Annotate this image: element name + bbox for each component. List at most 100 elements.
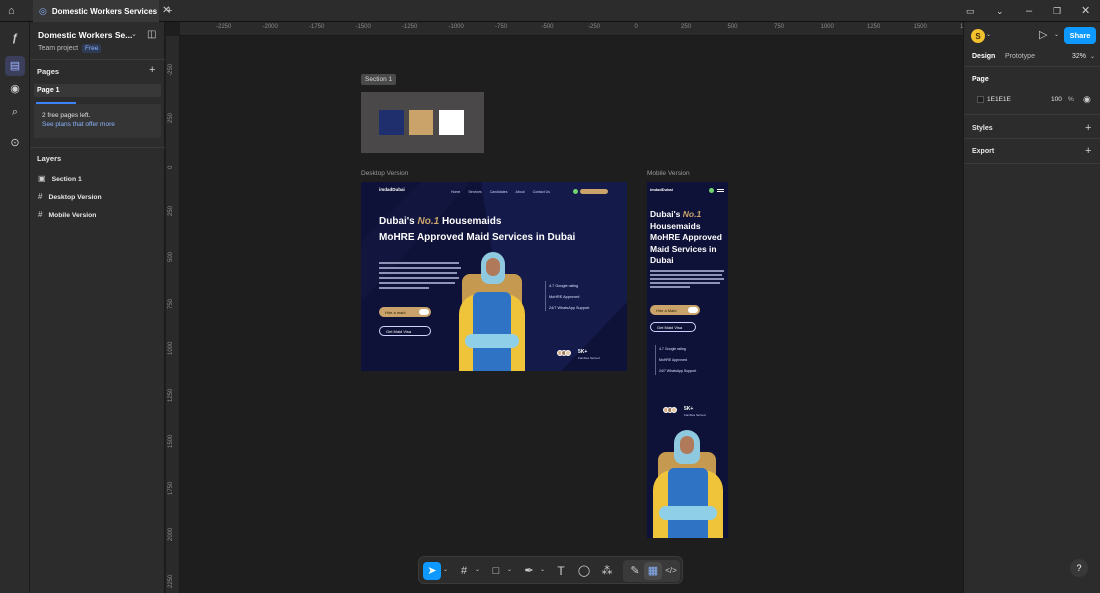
eye-icon[interactable]: ◉ [1083,95,1091,104]
design-mode-button[interactable]: ▦ [644,562,662,580]
desktop-nav: Home Services Candidates About Contact U… [451,190,550,194]
ruler-tick: 2250 [168,574,174,588]
shape-tool-button[interactable]: □ [487,562,505,580]
page-color-value[interactable]: 1E1E1E [987,96,1011,103]
nav-about[interactable]: About [515,190,524,194]
color-swatch-gold[interactable] [409,110,433,135]
desktop-paragraph [379,262,461,289]
restore-button[interactable]: ❐ [1053,0,1065,22]
menu-icon[interactable] [717,189,724,192]
actions-button[interactable]: ⁂ [598,562,616,580]
move-tool-button[interactable]: ➤ [423,562,441,580]
chevron-down-icon[interactable]: ⌄ [507,567,512,573]
mobile-frame[interactable]: imdadDubai Dubai's No.1 Housemaids MoHRE… [647,182,728,538]
add-style-icon[interactable]: + [1085,123,1091,134]
minimize-button[interactable]: – [1026,0,1038,22]
color-swatch-white[interactable] [439,110,464,135]
feature-item-3: 24/7 WhatsApp Support [549,306,590,310]
text-tool-button[interactable]: T [552,562,570,580]
desktop-frame-label[interactable]: Desktop Version [361,170,408,177]
help-button[interactable]: ? [1070,559,1088,577]
pen-tool-button[interactable]: ✒ [520,562,538,580]
tab-bar: ⌂ ◎ Domestic Workers Services ✕ + ▭ ⌄ – … [0,0,1100,22]
layers-heading: Layers [37,154,62,163]
pen-icon: ✒ [524,564,534,577]
get-visa-button-mobile[interactable]: Get Maid Visa [650,322,696,332]
color-swatch-navy[interactable] [379,110,404,135]
get-visa-button[interactable]: Get Maid Visa [379,326,431,336]
window-icon: ▭ [966,5,975,16]
add-page-icon[interactable]: + [149,65,155,76]
canvas[interactable]: -2250 -2000 -1750 -1500 -1250 -1000 -750 -500 -2… [166,22,963,593]
mobile-headline: Dubai's No.1 Housemaids MoHRE Approved M… [650,209,722,265]
rail-plugins-button[interactable]: ⊙ [5,133,25,153]
rail-assets-button[interactable]: ◉ [5,79,25,99]
zoom-level[interactable]: 32% [1072,53,1086,60]
dev-mode-button[interactable]: </> [662,562,680,580]
percent-sign: % [1068,96,1074,103]
page-opacity-value[interactable]: 100 [1051,96,1062,103]
page-color-swatch[interactable] [977,96,984,103]
chevron-down-icon[interactable]: ⌄ [443,567,448,573]
close-window-button[interactable]: ✕ [1081,0,1093,22]
hire-maid-button[interactable]: Hire a maid [379,307,431,317]
tab-file[interactable]: ◎ Domestic Workers Services ✕ [33,0,171,22]
mobile-frame-label[interactable]: Mobile Version [647,170,690,177]
present-icon[interactable]: ▷ [1039,30,1047,41]
hire-maid-button-mobile[interactable]: Hire a Maid [650,305,700,315]
assets-icon: ◉ [10,82,20,95]
chevron-down-icon[interactable]: ⌄ [1090,54,1095,60]
left-panel: Domestic Workers Se... ⌄ ◫ Team project … [30,22,165,593]
new-tab-button[interactable]: + [166,0,178,22]
panel-toggle-button[interactable]: ▭ [966,0,978,22]
chevron-down-icon[interactable]: ⌄ [1054,32,1059,38]
nav-services[interactable]: Services [468,190,481,194]
tab-prototype[interactable]: Prototype [1005,53,1035,60]
section-1[interactable] [361,92,484,153]
rail-pages-button[interactable]: ▤ [5,56,25,76]
chevron-down-icon[interactable]: ⌄ [475,567,480,573]
plan-badge: Free [82,44,102,53]
frame-tool-button[interactable]: # [455,562,473,580]
desktop-headline-line2: MoHRE Approved Maid Services in Dubai [379,232,576,243]
layer-item-section-1[interactable]: ▣ Section 1 [38,174,82,184]
file-name[interactable]: Domestic Workers Se... [38,30,138,40]
nav-home[interactable]: Home [451,190,460,194]
nav-contact[interactable]: Contact Us [533,190,550,194]
maid-image [457,252,527,371]
page-item-label: Page 1 [37,87,60,94]
layer-item-desktop-version[interactable]: # Desktop Version [38,192,102,202]
page-item-1[interactable]: Page 1 [34,84,161,97]
left-rail: ƒ ▤ ◉ ⌕ ⊙ [0,22,30,593]
feature-item-1: 4.7 Google rating [549,284,579,288]
add-export-icon[interactable]: + [1085,146,1091,157]
page-heading: Page [972,76,989,83]
desktop-headline: Dubai's No.1 Housemaids [379,216,502,227]
see-plans-link[interactable]: See plans that offer more [42,121,115,128]
main-menu-button[interactable]: ƒ [5,28,25,48]
home-button[interactable]: ⌂ [8,0,24,22]
comment-tool-button[interactable]: ◯ [575,562,593,580]
desktop-frame[interactable]: imdadDubai Home Services Candidates Abou… [361,182,627,371]
ruler-left: -250 250 0 250 500 750 1000 1250 1500 1750 2000 225… [166,36,180,593]
nav-candidates[interactable]: Candidates [490,190,508,194]
notice-text: 2 free pages left. [42,112,91,119]
chevron-down-button[interactable]: ⌄ [996,0,1008,22]
stat-label: Families Served [684,413,706,417]
section-label[interactable]: Section 1 [361,74,397,85]
ruler-tick: 500 [168,251,174,262]
chevron-down-icon[interactable]: ⌄ [986,32,991,38]
chevron-down-icon[interactable]: ⌄ [540,567,545,573]
ruler-tick: -2250 [216,24,232,30]
draw-mode-button[interactable]: ✎ [626,562,644,580]
draw-icon: ✎ [630,564,640,577]
ruler-tick: -750 [495,24,508,30]
sidebar-toggle-icon[interactable]: ◫ [147,30,156,40]
rail-search-button[interactable]: ⌕ [5,102,25,122]
layer-item-mobile-version[interactable]: # Mobile Version [38,210,96,220]
share-button[interactable]: Share [1064,27,1096,44]
text-icon: T [557,564,565,578]
tab-design[interactable]: Design [972,53,995,60]
chevron-down-icon[interactable]: ⌄ [131,31,137,38]
avatar[interactable]: S [971,29,985,43]
